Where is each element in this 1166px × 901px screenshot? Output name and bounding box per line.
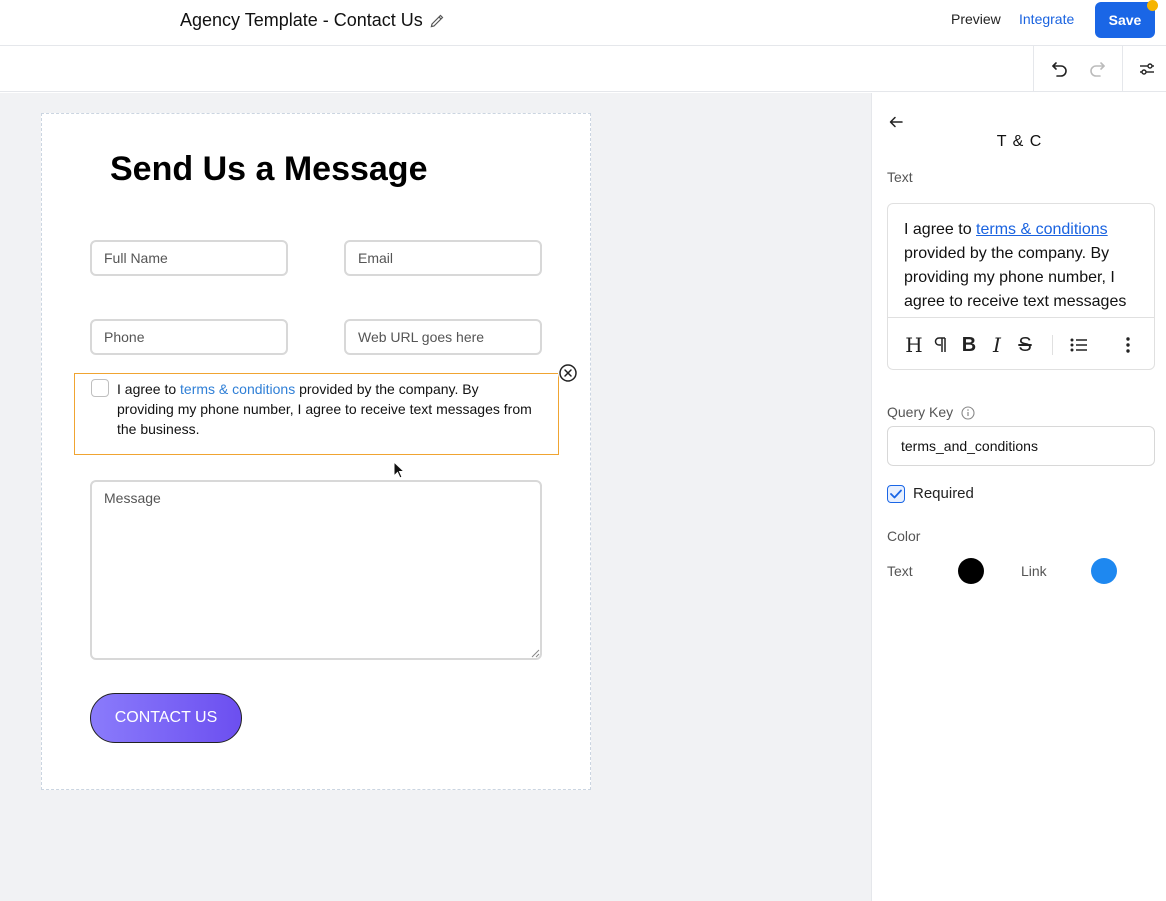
bold-icon: B [961,333,977,356]
redo-icon [1090,62,1105,77]
required-label: Required [913,485,974,502]
integrate-button[interactable]: Integrate [1019,11,1074,27]
form-card: Send Us a Message I agree to terms & con… [41,113,591,790]
required-checkbox[interactable] [887,485,905,503]
strikethrough-button[interactable]: S [1013,333,1037,357]
panel-title: T & C [996,133,1043,150]
phone-input[interactable] [90,319,288,355]
text-color-label: Text [887,563,913,579]
text-color-swatch[interactable] [958,558,984,584]
settings-button[interactable] [1135,57,1159,81]
close-circle-icon [559,364,577,382]
save-button[interactable]: Save [1095,2,1155,38]
editor-suffix: provided by the company. By providing my… [904,245,1127,310]
editor-content[interactable]: I agree to terms & conditions provided b… [904,218,1144,314]
arrow-left-icon [889,116,903,128]
paragraph-button[interactable] [929,333,953,357]
preview-button[interactable]: Preview [951,11,1001,27]
document-title[interactable]: Agency Template - Contact Us [180,10,445,31]
terms-checkbox[interactable] [91,379,109,397]
editor-link[interactable]: terms & conditions [976,221,1108,238]
query-key-input[interactable] [887,426,1155,466]
undo-icon [1052,62,1067,77]
query-key-label: Query Key [887,404,954,420]
more-options-button[interactable] [1116,333,1140,357]
info-icon[interactable] [961,406,975,420]
bullet-list-icon [1070,338,1087,352]
link-color-label: Link [1021,563,1047,579]
bullet-list-button[interactable] [1067,333,1091,357]
link-color-swatch[interactable] [1091,558,1117,584]
strikethrough-icon: S [1018,333,1032,356]
format-toolbar: H B I S [888,317,1154,369]
top-bar: Agency Template - Contact Us Preview Int… [0,0,1166,46]
builder-canvas: Send Us a Message I agree to terms & con… [0,93,871,901]
back-button[interactable] [886,113,906,133]
toolbar-divider [1122,46,1123,92]
rich-text-editor[interactable]: I agree to terms & conditions provided b… [887,203,1155,370]
terms-prefix: I agree to [117,381,181,397]
redo-button[interactable] [1085,57,1109,81]
toolbar-divider [1033,46,1034,92]
full-name-input[interactable] [90,240,288,276]
sliders-icon [1140,63,1154,75]
email-input[interactable] [344,240,542,276]
document-title-text: Agency Template - Contact Us [180,10,423,30]
resize-grip-icon[interactable] [531,649,540,658]
heading-icon: H [905,333,923,357]
remove-element-button[interactable] [558,363,578,383]
properties-panel: T & C Text I agree to terms & conditions… [871,93,1166,901]
pencil-icon[interactable] [429,13,445,29]
undo-button[interactable] [1048,57,1072,81]
italic-icon: I [993,333,1001,357]
bold-button[interactable]: B [957,333,981,357]
editor-toolbar [0,46,1166,92]
form-heading[interactable]: Send Us a Message [110,150,427,189]
terms-element-selected[interactable]: I agree to terms & conditions provided b… [74,373,559,455]
message-textarea[interactable] [90,480,542,660]
mouse-cursor-icon [393,461,405,479]
color-section-label: Color [887,528,921,544]
toolbar-separator [1052,335,1053,355]
italic-button[interactable]: I [985,333,1009,357]
editor-prefix: I agree to [904,221,977,238]
unsaved-indicator-dot [1147,0,1158,11]
terms-text: I agree to terms & conditions provided b… [117,379,537,439]
text-section-label: Text [887,169,913,185]
checkmark-icon [890,489,902,499]
paragraph-icon [934,337,946,352]
terms-link[interactable]: terms & conditions [180,381,295,397]
web-url-input[interactable] [344,319,542,355]
heading-button[interactable]: H [902,333,926,357]
more-vertical-icon [1126,337,1130,353]
contact-us-button[interactable]: CONTACT US [90,693,242,743]
